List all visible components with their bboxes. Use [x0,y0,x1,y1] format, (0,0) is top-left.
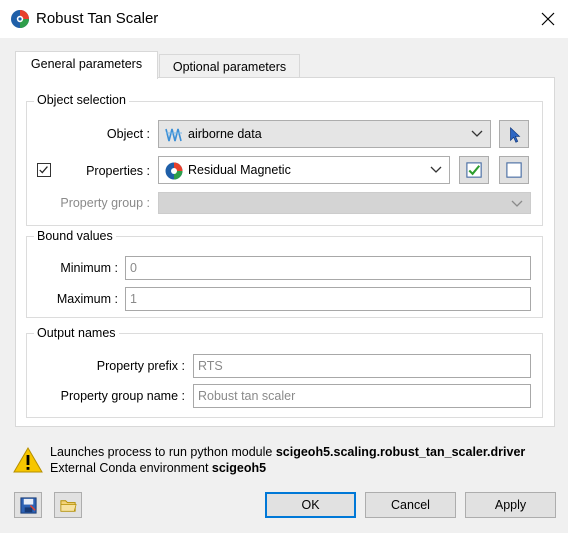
output-names-title: Output names [34,326,119,340]
open-folder-icon [60,500,77,512]
minimum-label: Minimum : [60,261,118,275]
title-bar: Robust Tan Scaler [0,0,568,38]
general-parameters-panel: Object selection Object : airborne data … [15,77,555,427]
property-group-name-input[interactable]: Robust tan scaler [193,384,531,408]
chevron-down-icon [430,166,442,173]
warning-icon [13,447,43,473]
ok-button[interactable]: OK [265,492,356,518]
check-all-icon [466,162,482,178]
properties-value: Residual Magnetic [188,163,291,177]
select-all-properties-button[interactable] [459,156,489,184]
chevron-down-icon [511,200,523,207]
save-settings-button[interactable] [14,492,42,518]
property-prefix-label: Property prefix : [96,359,185,373]
property-group-label: Property group : [60,196,150,210]
cursor-pointer-icon [510,126,521,143]
close-icon[interactable] [538,9,558,29]
conda-env-prefix: External Conda environment [50,461,212,475]
conda-env-name: scigeoh5 [211,461,267,475]
property-group-dropdown [158,192,531,214]
save-settings-icon [20,497,37,514]
cancel-button[interactable]: Cancel [365,492,456,518]
properties-checkbox[interactable] [37,163,51,177]
maximum-input[interactable]: 1 [125,287,531,311]
checkmark-icon [39,166,48,174]
clear-properties-button[interactable] [499,156,529,184]
window-title: Robust Tan Scaler [36,10,159,27]
survey-lines-icon [165,128,182,142]
pick-object-button[interactable] [499,120,529,148]
python-module-name: scigeoh5.scaling.robust_tan_scaler.drive… [275,445,526,459]
object-label: Object : [106,127,150,141]
tab-general-parameters[interactable]: General parameters [15,51,158,79]
launch-info-line: Launches process to run python module sc… [50,445,525,459]
apply-button[interactable]: Apply [465,492,556,518]
property-group-name-label: Property group name : [60,389,185,403]
object-value: airborne data [188,127,262,141]
chevron-down-icon [471,130,483,137]
object-dropdown[interactable]: airborne data [158,120,491,148]
open-settings-button[interactable] [54,492,82,518]
data-property-icon [165,162,183,180]
properties-label: Properties : [86,164,150,178]
object-selection-title: Object selection [34,93,129,107]
launch-info-prefix: Launches process to run python module [50,445,276,459]
properties-dropdown[interactable]: Residual Magnetic [158,156,450,184]
maximum-label: Maximum : [56,292,118,306]
geoscience-app-icon [11,10,29,28]
property-prefix-input[interactable]: RTS [193,354,531,378]
minimum-input[interactable]: 0 [125,256,531,280]
conda-env-line: External Conda environment scigeoh5 [50,461,266,475]
bound-values-title: Bound values [34,229,116,243]
uncheck-all-icon [506,162,522,178]
